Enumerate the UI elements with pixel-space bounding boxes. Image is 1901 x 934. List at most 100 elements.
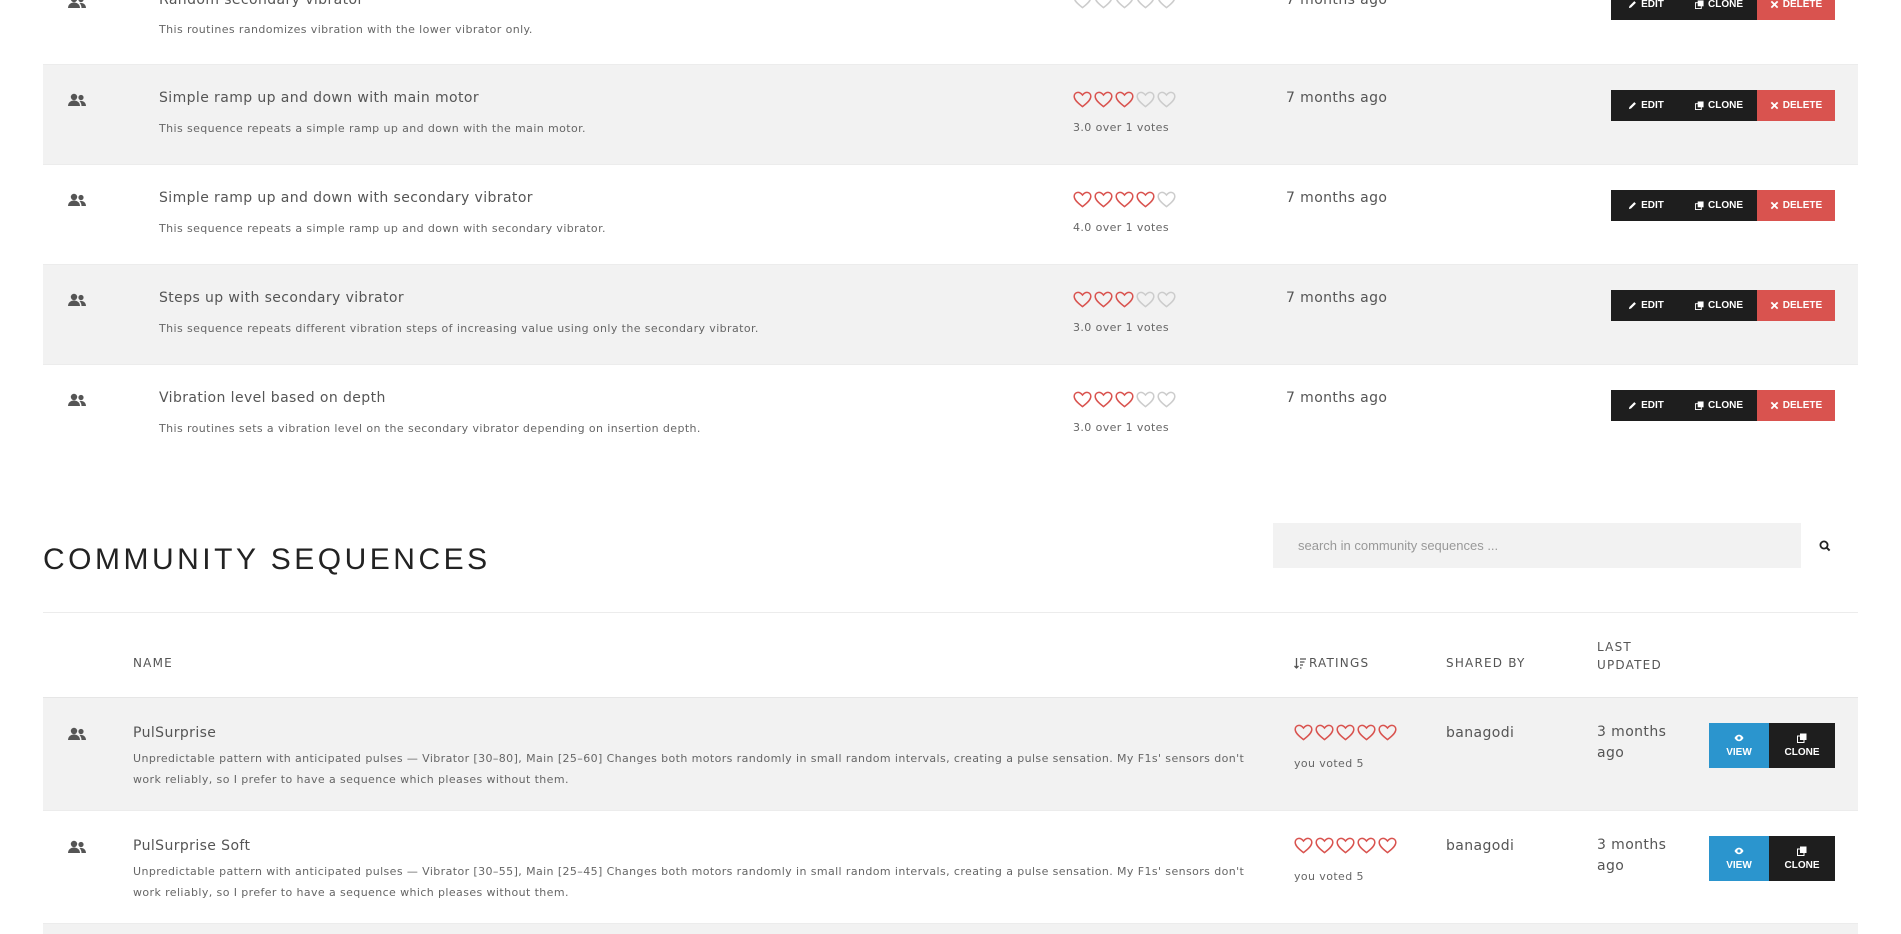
edit-button[interactable]: EDIT bbox=[1611, 290, 1681, 321]
delete-button[interactable]: DELETE bbox=[1757, 390, 1835, 421]
heart-icon[interactable] bbox=[1157, 191, 1176, 208]
heart-icon[interactable] bbox=[1294, 837, 1313, 854]
close-icon bbox=[1770, 101, 1779, 110]
heart-icon[interactable] bbox=[1336, 724, 1355, 741]
sequence-name[interactable]: Steps up with secondary vibrator bbox=[159, 290, 404, 306]
view-button[interactable]: VIEW bbox=[1709, 723, 1769, 768]
last-updated: 7 months ago bbox=[1286, 90, 1388, 106]
rating-hearts[interactable] bbox=[1073, 391, 1176, 408]
heart-icon[interactable] bbox=[1157, 91, 1176, 108]
heart-icon[interactable] bbox=[1094, 291, 1113, 308]
rating-hearts[interactable] bbox=[1073, 191, 1176, 208]
heart-icon[interactable] bbox=[1378, 724, 1397, 741]
vote-summary: 3.0 over 1 votes bbox=[1073, 121, 1169, 134]
column-last-updated[interactable]: LAST UPDATED bbox=[1597, 638, 1661, 674]
pencil-icon bbox=[1629, 1, 1637, 9]
edit-button[interactable]: EDIT bbox=[1611, 90, 1681, 121]
heart-icon[interactable] bbox=[1094, 191, 1113, 208]
pencil-icon bbox=[1629, 402, 1637, 410]
clone-button[interactable]: CLONE bbox=[1681, 90, 1757, 121]
heart-icon[interactable] bbox=[1073, 191, 1092, 208]
heart-icon[interactable] bbox=[1157, 391, 1176, 408]
heart-icon[interactable] bbox=[1136, 291, 1155, 308]
heart-icon[interactable] bbox=[1136, 91, 1155, 108]
heart-icon[interactable] bbox=[1357, 724, 1376, 741]
view-button[interactable]: VIEW bbox=[1709, 836, 1769, 881]
clone-icon bbox=[1695, 101, 1704, 110]
heart-icon[interactable] bbox=[1073, 291, 1092, 308]
my-sequences-list: Random secondary vibrator This routines … bbox=[43, 0, 1858, 464]
heart-icon[interactable] bbox=[1115, 391, 1134, 408]
sort-icon bbox=[1294, 658, 1306, 669]
clone-button[interactable]: CLONE bbox=[1681, 190, 1757, 221]
edit-label: EDIT bbox=[1641, 0, 1664, 10]
heart-icon[interactable] bbox=[1357, 837, 1376, 854]
sequence-name[interactable]: Simple ramp up and down with main motor bbox=[159, 90, 479, 106]
heart-icon[interactable] bbox=[1136, 0, 1155, 9]
clone-button[interactable]: CLONE bbox=[1681, 0, 1757, 20]
close-icon bbox=[1770, 301, 1779, 310]
heart-icon[interactable] bbox=[1136, 191, 1155, 208]
heart-icon[interactable] bbox=[1073, 91, 1092, 108]
close-icon bbox=[1770, 201, 1779, 210]
heart-icon[interactable] bbox=[1336, 837, 1355, 854]
heart-icon[interactable] bbox=[1073, 0, 1092, 9]
delete-button[interactable]: DELETE bbox=[1757, 290, 1835, 321]
heart-icon[interactable] bbox=[1315, 837, 1334, 854]
heart-icon[interactable] bbox=[1315, 724, 1334, 741]
heart-icon[interactable] bbox=[1094, 0, 1113, 9]
list-item: Random secondary vibrator This routines … bbox=[43, 0, 1858, 65]
heart-icon[interactable] bbox=[1115, 191, 1134, 208]
heart-icon[interactable] bbox=[1294, 724, 1313, 741]
edit-button[interactable]: EDIT bbox=[1611, 390, 1681, 421]
rating-hearts[interactable] bbox=[1294, 724, 1397, 741]
rating-hearts[interactable] bbox=[1294, 837, 1397, 854]
row-actions: EDIT CLONE DELETE bbox=[1611, 290, 1835, 321]
delete-button[interactable]: DELETE bbox=[1757, 190, 1835, 221]
delete-button[interactable]: DELETE bbox=[1757, 90, 1835, 121]
eye-icon bbox=[1734, 847, 1744, 855]
column-shared-by[interactable]: SHARED BY bbox=[1446, 656, 1526, 670]
clone-icon bbox=[1695, 201, 1704, 210]
clone-icon bbox=[1695, 0, 1704, 9]
heart-icon[interactable] bbox=[1115, 291, 1134, 308]
heart-icon[interactable] bbox=[1115, 0, 1134, 9]
heart-icon[interactable] bbox=[1136, 391, 1155, 408]
rating-hearts[interactable] bbox=[1073, 91, 1176, 108]
close-icon bbox=[1770, 0, 1779, 9]
heart-icon[interactable] bbox=[1094, 391, 1113, 408]
view-label: VIEW bbox=[1726, 747, 1752, 758]
heart-icon[interactable] bbox=[1073, 391, 1092, 408]
heart-icon[interactable] bbox=[1094, 91, 1113, 108]
search-button[interactable] bbox=[1814, 535, 1836, 557]
clone-button[interactable]: CLONE bbox=[1681, 290, 1757, 321]
heart-icon[interactable] bbox=[1378, 837, 1397, 854]
sequence-name[interactable]: Vibration level based on depth bbox=[159, 390, 386, 406]
last-updated: 3 months ago bbox=[1597, 837, 1667, 874]
rating-hearts[interactable] bbox=[1073, 291, 1176, 308]
row-actions: VIEW CLONE bbox=[1709, 723, 1835, 768]
rating-hearts[interactable] bbox=[1073, 0, 1176, 9]
pencil-icon bbox=[1629, 302, 1637, 310]
sequence-description: Unpredictable pattern with anticipated p… bbox=[133, 865, 1245, 899]
sequence-description: This sequence repeats a simple ramp up a… bbox=[159, 222, 606, 235]
column-name[interactable]: NAME bbox=[133, 656, 173, 670]
heart-icon[interactable] bbox=[1115, 91, 1134, 108]
edit-button[interactable]: EDIT bbox=[1611, 190, 1681, 221]
delete-button[interactable]: DELETE bbox=[1757, 0, 1835, 20]
heart-icon[interactable] bbox=[1157, 291, 1176, 308]
users-icon bbox=[68, 727, 86, 740]
clone-button[interactable]: CLONE bbox=[1769, 836, 1835, 881]
clone-button[interactable]: CLONE bbox=[1681, 390, 1757, 421]
edit-button[interactable]: EDIT bbox=[1611, 0, 1681, 20]
sequence-description: This sequence repeats different vibratio… bbox=[159, 322, 759, 335]
sequence-name[interactable]: Random secondary vibrator bbox=[159, 0, 364, 8]
sequence-name[interactable]: PulSurprise bbox=[133, 725, 216, 741]
clone-button[interactable]: CLONE bbox=[1769, 723, 1835, 768]
sequence-name[interactable]: Simple ramp up and down with secondary v… bbox=[159, 190, 533, 206]
heart-icon[interactable] bbox=[1157, 0, 1176, 9]
column-ratings[interactable]: RATINGS bbox=[1294, 656, 1369, 670]
row-actions: EDIT CLONE DELETE bbox=[1611, 390, 1835, 421]
sequence-name[interactable]: PulSurprise Soft bbox=[133, 838, 250, 854]
search-input[interactable] bbox=[1273, 523, 1801, 568]
